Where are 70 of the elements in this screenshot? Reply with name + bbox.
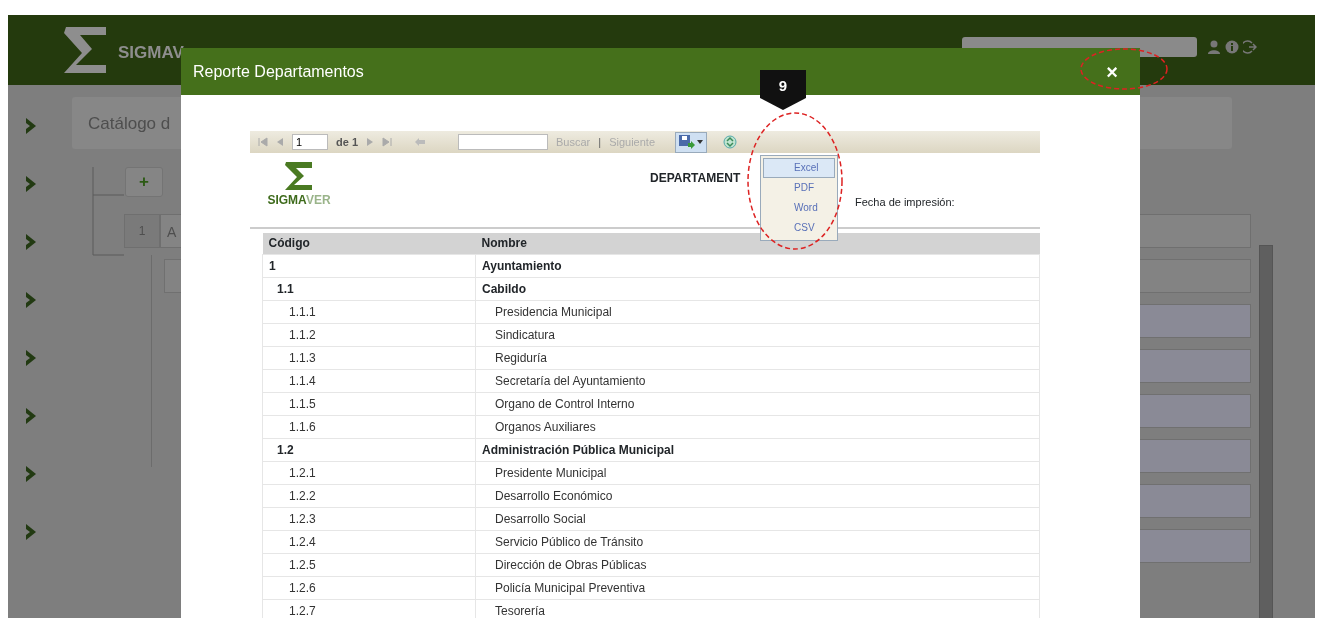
dialog-title: Reporte Departamentos [193,61,364,82]
table-cell-text: 1.1.4 [288,373,316,388]
last-page-icon[interactable] [382,137,392,147]
column-header: Código [262,233,476,254]
table-cell-text: 1.1.1 [288,304,316,319]
next-page-icon[interactable] [366,137,374,147]
add-button[interactable]: + [125,167,163,197]
table-cell-text: Servicio Público de Tránsito [494,534,644,549]
page-count: de 1 [336,134,358,150]
brand-name: SIGMAV [118,42,184,65]
step-marker: 9 [760,70,806,110]
table-cell-text: Desarrollo Económico [494,488,613,503]
table-cell-text: Policía Municipal Preventiva [494,580,646,595]
previous-page-icon[interactable] [276,137,284,147]
table-cell-text: Organo de Control Interno [494,396,635,411]
table-cell-text: Dirección de Obras Públicas [494,557,647,572]
table-cell-text: 1.2.2 [288,488,316,503]
table-cell-text: 1.2 [276,442,294,457]
table-cell-text: Administración Pública Municipal [481,442,675,457]
table-cell-text: Sindicatura [494,327,556,342]
table-cell-text: Presidente Municipal [494,465,607,480]
table-cell-text: 1.2.5 [288,557,316,572]
search-field[interactable] [458,134,548,150]
caret-icon [697,140,703,144]
logout-icon[interactable] [1243,40,1257,54]
table-cell-text: 1.2.3 [288,511,316,526]
table-cell-text: 1.2.4 [288,534,316,549]
close-button[interactable]: × [1102,61,1122,82]
back-icon[interactable] [414,137,426,147]
print-date-label: Fecha de impresión: [855,195,955,210]
table-cell-text: 1.2.6 [288,580,316,595]
table-cell-text: 1.1.6 [288,419,316,434]
save-icon [679,135,695,149]
table-cell-text: 1.1.2 [288,327,316,342]
logo-icon [284,161,314,191]
export-button[interactable] [675,131,707,153]
table-cell-text: Ayuntamiento [481,258,562,273]
table-cell-text: 1.1.5 [288,396,316,411]
report-logo-text: SIGMAVER [267,192,331,209]
table-cell-text: Organos Auxiliares [494,419,596,434]
scrollbar[interactable] [1259,245,1273,618]
table-cell-text: Tesorería [494,603,546,618]
table-cell-text: Desarrollo Social [494,511,586,526]
table-cell-text: 1.1 [276,281,294,296]
table-cell-text: Regiduría [494,350,548,365]
page-field[interactable]: 1 [292,134,328,150]
first-page-icon[interactable] [258,137,268,147]
table-cell-text: 1.1.3 [288,350,316,365]
info-icon[interactable] [1225,40,1239,54]
chevron-icon[interactable] [25,175,37,193]
chevron-icon[interactable] [25,291,37,309]
table-cell-text: 1 [268,258,276,273]
report-title: DEPARTAMENT [650,170,741,187]
chevron-icon[interactable] [25,407,37,425]
table-cell-text: 1.2.7 [288,603,316,618]
table-cell-text: Cabildo [481,281,526,296]
column-header: Nombre [475,233,1040,254]
chevron-icon[interactable] [25,523,37,541]
user-icon[interactable] [1207,40,1221,54]
separator: | [598,134,602,150]
chevron-icon[interactable] [25,465,37,483]
chevron-icon[interactable] [25,349,37,367]
menu-item[interactable]: PDF [763,178,835,198]
chevron-icon[interactable] [25,233,37,251]
refresh-icon[interactable] [723,135,737,149]
table-cell-text: Presidencia Municipal [494,304,612,319]
chevron-icon[interactable] [25,117,37,135]
menu-item[interactable]: Excel [763,158,835,178]
table-cell-text: Secretaría del Ayuntamiento [494,373,646,388]
table-cell-text: 1.2.1 [288,465,316,480]
